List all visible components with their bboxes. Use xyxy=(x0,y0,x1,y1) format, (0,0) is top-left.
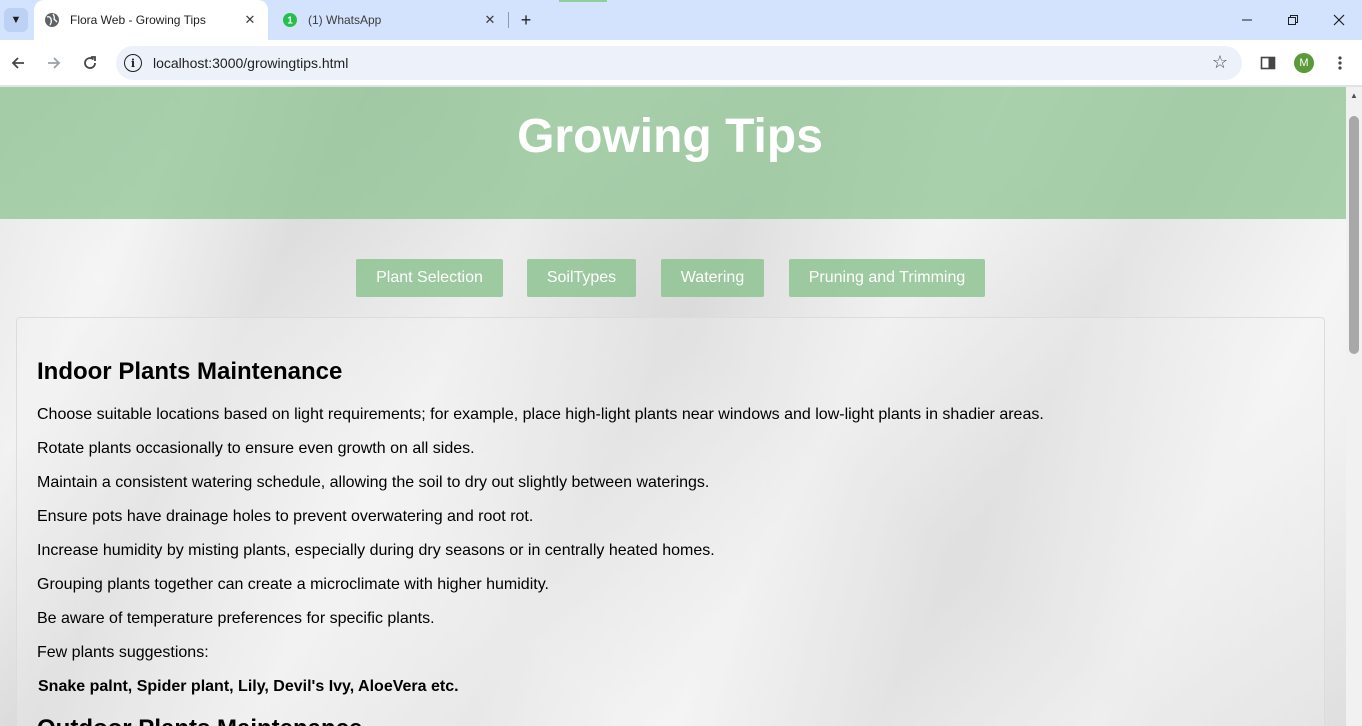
restore-icon xyxy=(1288,15,1298,25)
tab-flora-growing-tips[interactable]: Flora Web - Growing Tips ✕ xyxy=(34,0,268,40)
paragraph: Rotate plants occasionally to ensure eve… xyxy=(37,440,475,457)
paragraph: Ensure pots have drainage holes to preve… xyxy=(37,508,534,525)
more-vert-icon xyxy=(1338,56,1342,70)
chevron-down-icon: ▼ xyxy=(10,14,22,26)
vertical-scrollbar[interactable]: ▲ xyxy=(1346,87,1362,726)
tab-separator xyxy=(508,12,509,28)
section-heading: Indoor Plants Maintenance xyxy=(37,358,343,385)
tab-title: Flora Web - Growing Tips xyxy=(70,13,206,27)
paragraph: Choose suitable locations based on light… xyxy=(37,406,1044,423)
next-section-heading: Outdoor Plants Maintenance xyxy=(37,715,362,726)
nav-soil-types[interactable]: SoilTypes xyxy=(527,259,636,297)
window-close-button[interactable] xyxy=(1316,0,1362,40)
tab-whatsapp[interactable]: 1 (1) WhatsApp ✕ xyxy=(272,0,508,40)
page-banner: Growing Tips xyxy=(0,87,1346,219)
tab-loading-indicator xyxy=(559,0,607,2)
globe-icon xyxy=(45,13,59,27)
reload-button[interactable] xyxy=(76,49,104,77)
minimize-button[interactable] xyxy=(1224,0,1270,40)
address-bar[interactable]: i localhost:3000/growingtips.html ☆ xyxy=(116,46,1242,80)
forward-button[interactable] xyxy=(40,49,68,77)
tab-title: (1) WhatsApp xyxy=(308,13,382,27)
paragraph: Few plants suggestions: xyxy=(37,644,209,661)
new-tab-button[interactable]: + xyxy=(514,8,538,32)
paragraph: Increase humidity by misting plants, esp… xyxy=(37,542,715,559)
arrow-left-icon xyxy=(11,57,24,69)
reload-icon xyxy=(84,56,96,69)
scrollbar-thumb[interactable] xyxy=(1349,116,1359,354)
restore-button[interactable] xyxy=(1270,0,1316,40)
tab-search-button[interactable]: ▼ xyxy=(4,8,28,32)
page-viewport: Growing Tips Plant Selection SoilTypes W… xyxy=(0,87,1346,726)
paragraph: Maintain a consistent watering schedule,… xyxy=(37,474,710,491)
paragraph: Be aware of temperature preferences for … xyxy=(37,610,435,627)
menu-button[interactable] xyxy=(1326,49,1354,77)
tab-strip: ▼ Flora Web - Growing Tips ✕ 1 (1) Whats… xyxy=(0,0,1362,40)
whatsapp-icon: 1 xyxy=(283,13,297,27)
avatar: M xyxy=(1294,53,1314,73)
scroll-up-icon[interactable]: ▲ xyxy=(1346,87,1362,104)
content-section: Indoor Plants Maintenance Choose suitabl… xyxy=(16,317,1325,726)
nav-plant-selection[interactable]: Plant Selection xyxy=(356,259,503,297)
side-panel-icon xyxy=(1260,56,1276,70)
address-url[interactable]: localhost:3000/growingtips.html xyxy=(153,55,348,71)
close-icon[interactable]: ✕ xyxy=(480,10,500,30)
close-icon xyxy=(1333,14,1345,26)
browser-toolbar: i localhost:3000/growingtips.html ☆ M xyxy=(0,40,1362,86)
back-button[interactable] xyxy=(4,49,32,77)
profile-button[interactable]: M xyxy=(1290,49,1318,77)
page-title: Growing Tips xyxy=(517,110,823,163)
nav-watering[interactable]: Watering xyxy=(661,259,764,297)
paragraph: Grouping plants together can create a mi… xyxy=(37,576,549,593)
bookmark-star-icon[interactable]: ☆ xyxy=(1212,52,1228,73)
plant-suggestions: Snake palnt, Spider plant, Lily, Devil's… xyxy=(38,678,459,695)
arrow-right-icon xyxy=(48,57,61,69)
minimize-icon xyxy=(1242,19,1252,21)
info-icon[interactable]: i xyxy=(124,54,142,72)
plus-icon: + xyxy=(520,9,532,30)
side-panel-button[interactable] xyxy=(1254,49,1282,77)
svg-text:1: 1 xyxy=(287,16,293,27)
close-icon[interactable]: ✕ xyxy=(240,10,260,30)
nav-pruning-and-trimming[interactable]: Pruning and Trimming xyxy=(789,259,985,297)
